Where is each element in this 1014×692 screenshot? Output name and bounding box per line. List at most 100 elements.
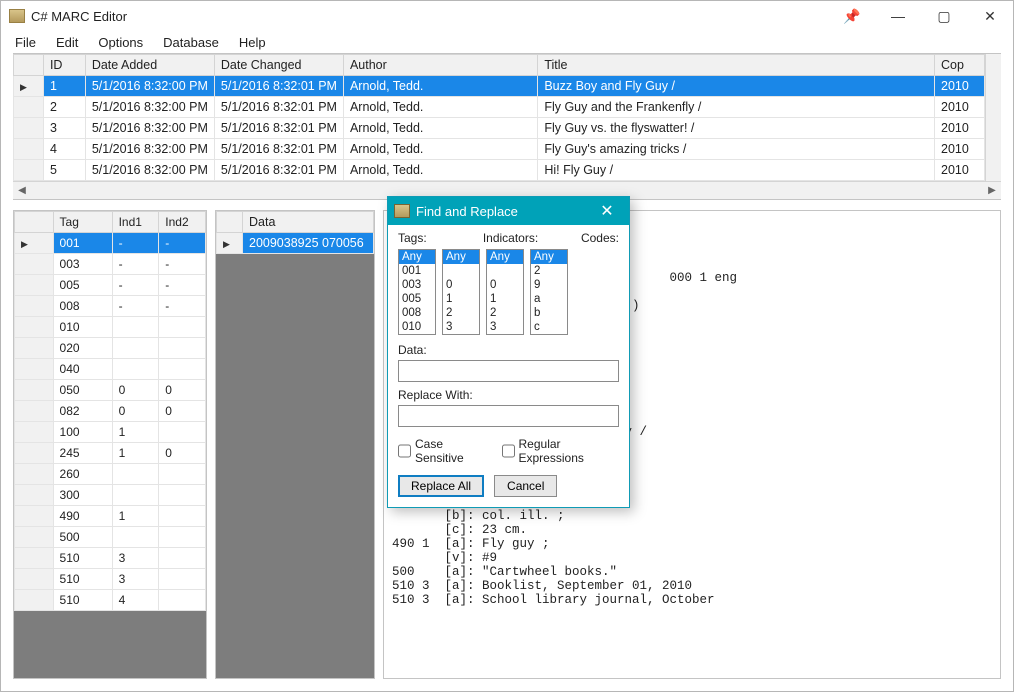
tag-row[interactable]: 010 bbox=[15, 317, 206, 338]
menubar: FileEditOptionsDatabaseHelp bbox=[1, 31, 1013, 53]
pin-icon[interactable]: 📌 bbox=[829, 1, 875, 31]
listbox-option[interactable]: 0 bbox=[487, 278, 523, 292]
cancel-button[interactable]: Cancel bbox=[494, 475, 557, 497]
listbox-option[interactable]: 020 bbox=[399, 334, 435, 335]
tag-row[interactable]: 005-- bbox=[15, 275, 206, 296]
col-Cop[interactable]: Cop bbox=[935, 55, 985, 76]
tag-row[interactable]: 500 bbox=[15, 527, 206, 548]
tag-row[interactable]: 001-- bbox=[15, 233, 206, 254]
listbox-option[interactable]: 2 bbox=[443, 306, 479, 320]
dialog-titlebar[interactable]: Find and Replace ✕ bbox=[388, 197, 629, 225]
table-row[interactable]: 35/1/2016 8:32:00 PM5/1/2016 8:32:01 PMA… bbox=[14, 118, 985, 139]
replace-input[interactable] bbox=[398, 405, 619, 427]
listbox-option[interactable]: 2 bbox=[487, 306, 523, 320]
tag-row[interactable]: 5103 bbox=[15, 569, 206, 590]
scroll-left-icon[interactable]: ◀ bbox=[13, 185, 31, 196]
app-icon bbox=[9, 9, 25, 23]
menu-database[interactable]: Database bbox=[153, 33, 229, 52]
label-codes: Codes: bbox=[569, 231, 619, 245]
menu-options[interactable]: Options bbox=[88, 33, 153, 52]
label-data: Data: bbox=[398, 343, 619, 357]
col-Author[interactable]: Author bbox=[343, 55, 537, 76]
scroll-right-icon[interactable]: ▶ bbox=[983, 185, 1001, 196]
label-indicators: Indicators: bbox=[452, 231, 569, 245]
menu-edit[interactable]: Edit bbox=[46, 33, 88, 52]
listbox-option[interactable]: 4 bbox=[443, 334, 479, 335]
col-Date Added[interactable]: Date Added bbox=[85, 55, 214, 76]
tags-pane[interactable]: TagInd1Ind2 001--003--005--008--01002004… bbox=[13, 210, 207, 679]
tag-row[interactable]: 08200 bbox=[15, 401, 206, 422]
dialog-title: Find and Replace bbox=[416, 204, 518, 219]
tag-row[interactable]: 300 bbox=[15, 485, 206, 506]
fielddata-pane[interactable]: Data 2009038925 070056 bbox=[215, 210, 375, 679]
tag-row[interactable]: 1001 bbox=[15, 422, 206, 443]
tag-row[interactable]: 008-- bbox=[15, 296, 206, 317]
replace-all-button[interactable]: Replace All bbox=[398, 475, 484, 497]
records-grid[interactable]: IDDate AddedDate ChangedAuthorTitleCop 1… bbox=[13, 54, 985, 181]
label-replace: Replace With: bbox=[398, 388, 619, 402]
records-pane: IDDate AddedDate ChangedAuthorTitleCop 1… bbox=[13, 53, 1001, 200]
listbox-option[interactable]: 1 bbox=[443, 292, 479, 306]
label-tags: Tags: bbox=[398, 231, 452, 245]
col-rowhdr[interactable] bbox=[14, 55, 44, 76]
tags-listbox[interactable]: Any001003005008010020 bbox=[398, 249, 436, 335]
titlebar: C# MARC Editor 📌 ― ▢ ✕ bbox=[1, 1, 1013, 31]
listbox-option[interactable]: Any bbox=[399, 250, 435, 264]
listbox-option[interactable]: 0 bbox=[443, 278, 479, 292]
listbox-option[interactable] bbox=[443, 264, 479, 278]
table-row[interactable]: 45/1/2016 8:32:00 PM5/1/2016 8:32:01 PMA… bbox=[14, 139, 985, 160]
listbox-option[interactable]: Any bbox=[531, 250, 567, 264]
case-sensitive-checkbox[interactable]: Case Sensitive bbox=[398, 437, 488, 465]
minimize-button[interactable]: ― bbox=[875, 1, 921, 31]
regex-checkbox[interactable]: Regular Expressions bbox=[502, 437, 620, 465]
ind1-listbox[interactable]: Any 01234 bbox=[442, 249, 480, 335]
listbox-option[interactable]: 9 bbox=[531, 278, 567, 292]
col-ID[interactable]: ID bbox=[43, 55, 85, 76]
listbox-option[interactable]: 001 bbox=[399, 264, 435, 278]
dialog-close-button[interactable]: ✕ bbox=[591, 201, 623, 221]
listbox-option[interactable] bbox=[487, 264, 523, 278]
menu-help[interactable]: Help bbox=[229, 33, 276, 52]
close-button[interactable]: ✕ bbox=[967, 1, 1013, 31]
tag-row[interactable]: 040 bbox=[15, 359, 206, 380]
maximize-button[interactable]: ▢ bbox=[921, 1, 967, 31]
listbox-option[interactable]: 010 bbox=[399, 320, 435, 334]
col-Date Changed[interactable]: Date Changed bbox=[214, 55, 343, 76]
data-input[interactable] bbox=[398, 360, 619, 382]
tag-row[interactable]: 4901 bbox=[15, 506, 206, 527]
table-row[interactable]: 15/1/2016 8:32:00 PM5/1/2016 8:32:01 PMA… bbox=[14, 76, 985, 97]
tag-row[interactable]: 260 bbox=[15, 464, 206, 485]
listbox-option[interactable]: 3 bbox=[487, 320, 523, 334]
listbox-option[interactable]: Any bbox=[443, 250, 479, 264]
find-replace-dialog: Find and Replace ✕ Tags: Indicators: Cod… bbox=[387, 196, 630, 508]
records-vscrollbar[interactable] bbox=[985, 54, 1001, 181]
listbox-option[interactable]: 008 bbox=[399, 306, 435, 320]
listbox-option[interactable]: 3 bbox=[443, 320, 479, 334]
app-window: C# MARC Editor 📌 ― ▢ ✕ FileEditOptionsDa… bbox=[0, 0, 1014, 692]
ind2-listbox[interactable]: Any 01234 bbox=[486, 249, 524, 335]
tag-row[interactable]: 020 bbox=[15, 338, 206, 359]
col-Title[interactable]: Title bbox=[538, 55, 935, 76]
table-row[interactable]: 55/1/2016 8:32:00 PM5/1/2016 8:32:01 PMA… bbox=[14, 160, 985, 181]
tag-row[interactable]: 24510 bbox=[15, 443, 206, 464]
data-row[interactable]: 2009038925 070056 bbox=[217, 233, 374, 254]
app-title: C# MARC Editor bbox=[31, 9, 127, 24]
listbox-option[interactable]: 2 bbox=[531, 264, 567, 278]
tag-row[interactable]: 5103 bbox=[15, 548, 206, 569]
listbox-option[interactable]: b bbox=[531, 306, 567, 320]
listbox-option[interactable]: Any bbox=[487, 250, 523, 264]
listbox-option[interactable]: 4 bbox=[487, 334, 523, 335]
dialog-icon bbox=[394, 204, 410, 218]
menu-file[interactable]: File bbox=[5, 33, 46, 52]
tag-row[interactable]: 5104 bbox=[15, 590, 206, 611]
tag-row[interactable]: 05000 bbox=[15, 380, 206, 401]
listbox-option[interactable]: 1 bbox=[487, 292, 523, 306]
listbox-option[interactable]: a bbox=[531, 292, 567, 306]
codes-listbox[interactable]: Any29abcd bbox=[530, 249, 568, 335]
tag-row[interactable]: 003-- bbox=[15, 254, 206, 275]
table-row[interactable]: 25/1/2016 8:32:00 PM5/1/2016 8:32:01 PMA… bbox=[14, 97, 985, 118]
listbox-option[interactable]: 003 bbox=[399, 278, 435, 292]
listbox-option[interactable]: d bbox=[531, 334, 567, 335]
listbox-option[interactable]: c bbox=[531, 320, 567, 334]
listbox-option[interactable]: 005 bbox=[399, 292, 435, 306]
